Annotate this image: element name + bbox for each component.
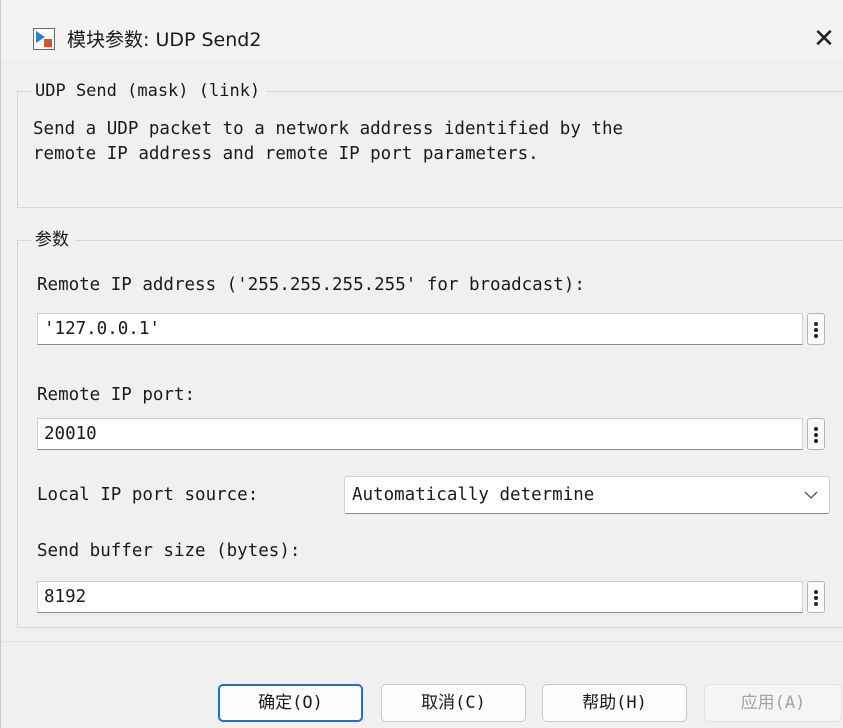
send-buffer-size-options-button[interactable] <box>807 581 825 613</box>
block-description: Send a UDP packet to a network address i… <box>33 119 624 164</box>
window-title: 模块参数: UDP Send2 <box>67 29 262 51</box>
ok-button[interactable]: 确定(O) <box>218 684 363 722</box>
local-ip-port-source-value: Automatically determine <box>352 485 595 505</box>
help-button[interactable]: 帮助(H) <box>542 684 687 722</box>
simulink-block-icon <box>33 28 55 50</box>
remote-ip-port-options-button[interactable] <box>807 418 825 450</box>
button-area-divider <box>1 641 843 642</box>
title-bar[interactable]: 模块参数: UDP Send2 ✕ <box>1 0 843 60</box>
block-parameters-dialog: 模块参数: UDP Send2 ✕ UDP Send (mask) (link)… <box>0 0 843 728</box>
chevron-down-icon <box>804 491 818 499</box>
apply-button[interactable]: 应用(A) <box>704 684 842 722</box>
remote-ip-address-input[interactable]: '127.0.0.1' <box>37 313 803 345</box>
remote-ip-address-options-button[interactable] <box>807 313 825 345</box>
send-buffer-size-input[interactable]: 8192 <box>37 581 803 613</box>
description-group-legend: UDP Send (mask) (link) <box>31 80 267 102</box>
local-ip-port-source-select[interactable]: Automatically determine <box>344 476 830 514</box>
more-vertical-icon <box>814 427 818 443</box>
parameters-group-legend: 参数 <box>31 229 75 251</box>
send-buffer-size-label: Send buffer size (bytes): <box>37 541 301 561</box>
cancel-button[interactable]: 取消(C) <box>381 684 526 722</box>
remote-ip-address-label: Remote IP address ('255.255.255.255' for… <box>37 275 585 295</box>
remote-ip-port-label: Remote IP port: <box>37 385 196 405</box>
more-vertical-icon <box>814 590 818 606</box>
more-vertical-icon <box>814 322 818 338</box>
close-button[interactable]: ✕ <box>807 22 841 56</box>
local-ip-port-source-label: Local IP port source: <box>37 485 259 505</box>
remote-ip-port-input[interactable]: 20010 <box>37 418 803 450</box>
